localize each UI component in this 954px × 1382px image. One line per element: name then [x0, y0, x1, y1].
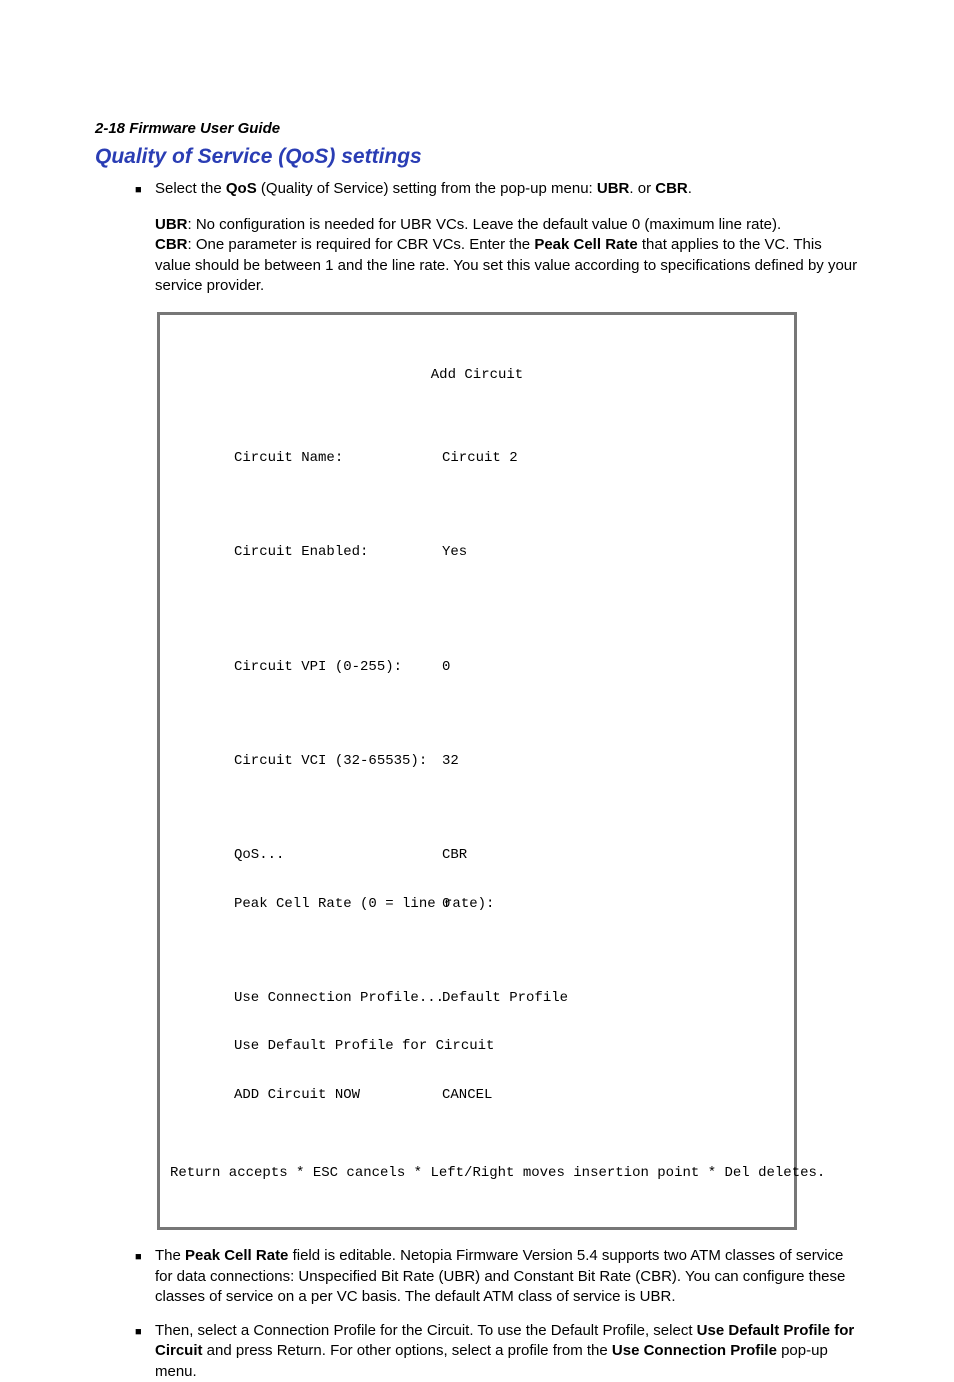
text-bold: CBR — [155, 236, 188, 253]
field-label: Circuit VCI (32-65535): — [170, 753, 442, 769]
text: The — [155, 1247, 185, 1264]
bullet-item: ■ Select the QoS (Quality of Service) se… — [135, 179, 859, 201]
section-heading: Quality of Service (QoS) settings — [95, 145, 859, 169]
text: . or — [629, 180, 655, 197]
text: : One parameter is required for CBR VCs.… — [188, 236, 535, 253]
bullet-item: ■ Then, select a Connection Profile for … — [135, 1321, 859, 1382]
text-bold: CBR — [655, 180, 688, 197]
text-bold: Use Connection Profile — [612, 1342, 777, 1359]
field-value: Circuit 2 — [442, 450, 784, 466]
text-bold: UBR — [155, 216, 188, 233]
field-value — [442, 1038, 784, 1054]
bullet-icon: ■ — [135, 179, 155, 201]
text-bold: QoS — [226, 180, 257, 197]
bullet-text: Then, select a Connection Profile for th… — [155, 1321, 859, 1382]
field-label: Circuit Enabled: — [170, 544, 442, 560]
field-value: CBR — [442, 847, 784, 863]
terminal-title: Add Circuit — [170, 367, 784, 383]
field-label: Use Connection Profile... — [170, 990, 442, 1006]
paragraph: UBR: No configuration is needed for UBR … — [155, 215, 859, 296]
field-value: 0 — [442, 896, 784, 912]
text: Then, select a Connection Profile for th… — [155, 1322, 697, 1339]
field-label: Circuit Name: — [170, 450, 442, 466]
bullet-text: Select the QoS (Quality of Service) sett… — [155, 179, 859, 199]
field-value: CANCEL — [442, 1087, 784, 1103]
terminal-footer: Return accepts * ESC cancels * Left/Righ… — [170, 1165, 784, 1181]
field-value: 0 — [442, 659, 784, 675]
field-value: Default Profile — [442, 990, 784, 1006]
terminal-screen: Add Circuit Circuit Name:Circuit 2 Circu… — [157, 312, 797, 1230]
field-label: Peak Cell Rate (0 = line rate): — [170, 896, 442, 912]
field-value: Yes — [442, 544, 784, 560]
bullet-text: The Peak Cell Rate field is editable. Ne… — [155, 1246, 859, 1307]
page: 2-18 Firmware User Guide Quality of Serv… — [0, 0, 954, 1235]
bullet-icon: ■ — [135, 1246, 155, 1268]
field-label: Circuit VPI (0-255): — [170, 659, 442, 675]
text: : No configuration is needed for UBR VCs… — [188, 216, 782, 233]
text: and press Return. For other options, sel… — [203, 1342, 612, 1359]
text-bold: Peak Cell Rate — [534, 236, 637, 253]
text: Select the — [155, 180, 226, 197]
page-header: 2-18 Firmware User Guide — [95, 120, 859, 137]
text: (Quality of Service) setting from the po… — [257, 180, 597, 197]
text-bold: Peak Cell Rate — [185, 1247, 288, 1264]
text: . — [688, 180, 692, 197]
text-bold: UBR — [597, 180, 630, 197]
field-label: Use Default Profile for Circuit — [170, 1038, 442, 1054]
field-value: 32 — [442, 753, 784, 769]
bullet-icon: ■ — [135, 1321, 155, 1343]
field-label: ADD Circuit NOW — [170, 1087, 442, 1103]
field-label: QoS... — [170, 847, 442, 863]
bullet-item: ■ The Peak Cell Rate field is editable. … — [135, 1246, 859, 1307]
